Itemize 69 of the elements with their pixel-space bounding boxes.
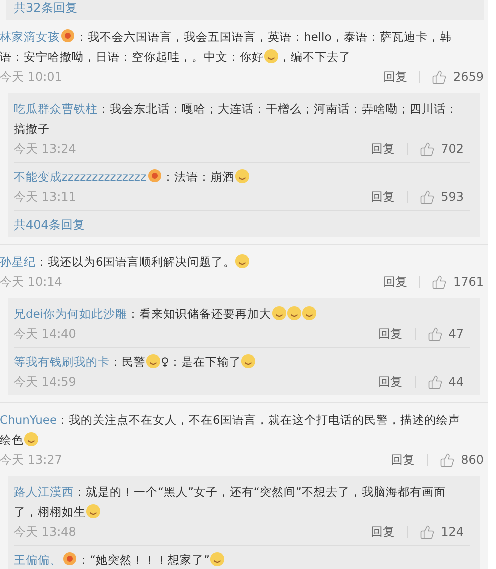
comment-text: ：我的关注点不在女人，不在6国语言，就在这个打电话的民警，描述的绘声: [57, 413, 460, 427]
comment-time: 今天 10:01: [0, 69, 64, 86]
like-button[interactable]: 1761: [432, 272, 484, 292]
emoji-icon: [210, 552, 225, 567]
emoji-icon: [272, 306, 287, 321]
comment-text: ♀：是在下输了: [161, 355, 242, 369]
comment-time: 今天 13:24: [14, 141, 78, 158]
emoji-icon: [24, 432, 39, 447]
thumbs-up-icon: [432, 274, 448, 290]
comment-text: ，编不下去了: [279, 50, 351, 64]
thumbs-up-icon: [428, 374, 443, 390]
emoji-icon: [302, 306, 317, 321]
comment-text: ：我还以为6国语言顺利解决问题了。: [36, 255, 236, 269]
user-name-link[interactable]: 路人江漢西: [14, 485, 74, 499]
comment-text: ：就是的！一个“黑人”女子，还有“突然间”不想去了，我脑海都有画面: [74, 485, 446, 499]
reply-link[interactable]: 回复: [378, 324, 403, 344]
user-name-link[interactable]: 不能变成zzzzzzzzzzzzzz: [14, 170, 147, 184]
reply-link[interactable]: 回复: [383, 67, 408, 87]
emoji-icon: [234, 169, 250, 184]
thumbs-up-icon: [432, 70, 448, 84]
emoji-icon: [264, 49, 279, 64]
thumbs-up-icon: [440, 452, 456, 468]
user-name-link[interactable]: ChunYuee: [0, 413, 58, 427]
comment-time: 今天 14:40: [14, 326, 78, 343]
comment-time: 今天 13:48: [14, 524, 78, 541]
emoji-icon: [86, 504, 101, 519]
comment-time: 今天 14:59: [14, 374, 78, 391]
reply-link[interactable]: 回复: [383, 272, 408, 292]
emoji-icon: [146, 354, 161, 369]
like-button[interactable]: 2659: [432, 67, 484, 87]
reply-link[interactable]: 回复: [378, 372, 403, 392]
comment-text: ：我不会六国语言，我会五国语言，英语：hello，泰语：萨瓦迪卡，韩: [76, 30, 452, 44]
user-name-link[interactable]: 吃瓜群众曹铁柱: [14, 102, 98, 116]
like-button[interactable]: 44: [428, 372, 464, 392]
like-button[interactable]: 124: [420, 522, 464, 542]
comment-text: 搞撒子: [14, 122, 50, 136]
reply-link[interactable]: 回复: [391, 450, 416, 470]
reply-link[interactable]: 回复: [371, 187, 396, 207]
like-button[interactable]: 702: [420, 139, 464, 159]
thumbs-up-icon: [420, 190, 436, 204]
comment-text: 语：安宁哈撒呦，日语：空你起哇，。中文：你好: [0, 50, 264, 64]
like-button[interactable]: 593: [420, 187, 464, 207]
user-name-link[interactable]: 林家滴女孩: [0, 30, 60, 44]
comment-time: 今天 10:14: [0, 274, 64, 291]
user-name-link[interactable]: 等我有钱刷我的卡: [14, 355, 110, 369]
reply-link[interactable]: 回复: [371, 522, 396, 542]
reply-count-link[interactable]: 共32条回复: [6, 0, 484, 20]
comment-time: 今天 13:11: [14, 189, 78, 206]
comment-text: ：看来知识储备还要再加大: [128, 307, 272, 321]
thumbs-up-icon: [428, 326, 443, 342]
emoji-icon: [286, 306, 302, 321]
reply-link[interactable]: 回复: [371, 139, 396, 159]
comment-text: ：民警: [110, 355, 146, 369]
emoji-icon: [241, 354, 256, 369]
user-name-link[interactable]: 王偏偏、: [14, 553, 62, 567]
user-name-link[interactable]: 孙星纪: [0, 255, 36, 269]
thumbs-up-icon: [420, 142, 436, 156]
reply-count-link[interactable]: 共404条回复: [14, 211, 470, 237]
comment-text: ：我会东北话：嘎哈；大连话：干橧么；河南话：弄啥嘞；四川话：: [98, 102, 458, 116]
like-button[interactable]: 860: [440, 450, 484, 470]
comment-text: ：“她突然！！！想家了”: [78, 553, 210, 567]
comment-time: 今天 13:27: [0, 452, 64, 469]
thumbs-up-icon: [420, 524, 436, 540]
comment-text: ：法语：崩酒: [162, 170, 235, 184]
user-name-link[interactable]: 兄dei你为何如此沙雕: [14, 307, 128, 321]
like-button[interactable]: 47: [428, 324, 464, 344]
comment-text: 了，栩栩如生: [14, 505, 86, 519]
emoji-icon: [235, 254, 250, 269]
comment-text: 绘色: [0, 433, 24, 447]
